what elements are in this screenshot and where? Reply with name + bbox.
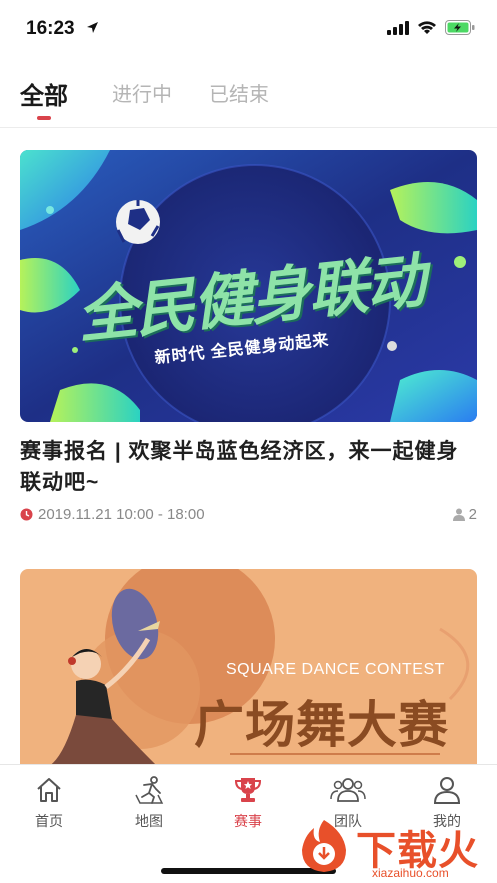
trophy-icon <box>234 778 262 802</box>
download-logo-icon <box>302 820 346 872</box>
clock-icon <box>20 508 33 521</box>
nav-map-label: 地图 <box>135 813 163 829</box>
event-banner[interactable]: SQUARE DANCE CONTEST 广场舞大赛 <box>20 569 477 769</box>
map-icon <box>135 776 164 804</box>
user-icon <box>433 777 461 804</box>
status-bar: 16:23 <box>0 0 497 56</box>
team-icon <box>330 778 366 802</box>
event-card[interactable]: SQUARE DANCE CONTEST 广场舞大赛 <box>20 569 477 769</box>
event-time: 2019.11.21 10:00 - 18:00 <box>38 506 205 523</box>
banner-subtitle: SQUARE DANCE CONTEST <box>226 661 445 678</box>
nav-map[interactable]: 地图 <box>109 775 189 831</box>
tab-ongoing[interactable]: 进行中 <box>112 78 172 107</box>
home-icon <box>37 778 61 802</box>
location-arrow-icon <box>87 22 98 33</box>
event-title[interactable]: 赛事报名 | 欢聚半岛蓝色经济区，来一起健身联动吧~ <box>20 436 477 498</box>
participant-count: 2 <box>468 506 477 523</box>
nav-events[interactable]: 赛事 <box>208 775 288 831</box>
active-tab-indicator <box>37 116 51 120</box>
nav-home-label: 首页 <box>35 813 63 829</box>
battery-icon <box>445 20 475 35</box>
watermark: 下载火 xiazaihuo.com <box>292 812 497 883</box>
nav-home[interactable]: 首页 <box>9 775 89 831</box>
banner-heading: 广场舞大赛 <box>194 697 449 753</box>
filter-tabs: 全部 进行中 已结束 <box>0 70 497 128</box>
nav-events-label: 赛事 <box>234 813 262 829</box>
status-indicators <box>387 20 475 35</box>
tab-all[interactable]: 全部 <box>20 76 68 111</box>
person-icon <box>452 508 465 521</box>
watermark-url: xiazaihuo.com <box>372 866 449 880</box>
event-card[interactable]: 全民健身联动 新时代 全民健身动起来 赛事报名 | 欢聚半岛蓝色经济区，来一起健… <box>20 150 477 526</box>
event-banner[interactable]: 全民健身联动 新时代 全民健身动起来 <box>20 150 477 422</box>
signal-icon <box>387 20 409 35</box>
tab-ended[interactable]: 已结束 <box>209 78 269 107</box>
status-time: 16:23 <box>26 18 75 39</box>
wifi-icon <box>418 21 436 34</box>
event-meta: 2019.11.21 10:00 - 18:00 2 <box>20 506 477 526</box>
